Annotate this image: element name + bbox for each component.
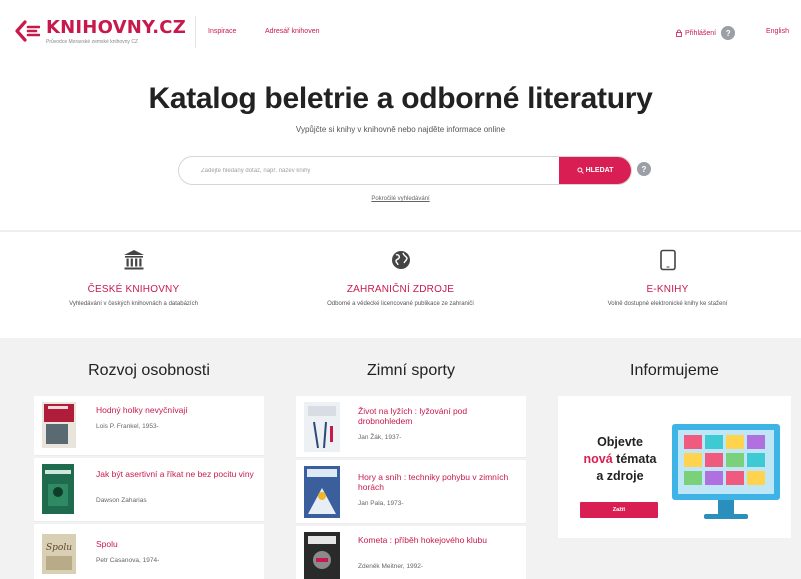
feature-e-knihy[interactable]: E-knihy Volně dostupné elektronické knih… [534, 248, 801, 307]
book-author: Jan Žák, 1937- [358, 434, 402, 441]
svg-text:Spolu: Spolu [46, 543, 72, 553]
book-title-link[interactable]: Jak být asertivní a říkat ne bez pocitu … [96, 469, 256, 479]
book-title-link[interactable]: Kometa : příběh hokejového klubu [358, 535, 516, 545]
site-header: KNIHOVNY.CZ Průvodce Moravské zemské kni… [0, 0, 801, 66]
book-title-link[interactable]: Hory a sníh : techniky pohybu v zimních … [358, 472, 518, 492]
computer-illustration-icon [672, 424, 780, 519]
page-title: Katalog beletrie a odborné literatury [148, 82, 653, 115]
nav-adresar-link[interactable]: Adresář knihoven [265, 28, 319, 35]
login-label: Přihlášení [685, 29, 717, 37]
logo-title: KNIHOVNY.CZ [46, 17, 186, 38]
book-cover-image [42, 402, 76, 448]
search-icon [577, 167, 584, 174]
book-title-link[interactable]: Život na lyžích : lyžování pod drobnohle… [358, 406, 516, 426]
feature-description: Volně dostupné elektronické knihy ke sta… [607, 301, 728, 307]
feature-title: České knihovny [87, 284, 180, 295]
book-card[interactable]: Kometa : příběh hokejového klubu Zdeněk … [296, 526, 526, 579]
book-cover-image [304, 402, 340, 452]
book-author: Zdeněk Meitner, 1992- [358, 563, 424, 570]
promo-line-1: Objevte [597, 435, 643, 449]
book-card[interactable]: Život na lyžích : lyžování pod drobnohle… [296, 396, 526, 458]
column-title-rozvoj: Rozvoj osobnosti [88, 362, 210, 379]
globe-icon [267, 248, 534, 272]
feature-title: E-knihy [646, 284, 689, 295]
book-author: Petr Casanova, 1974- [96, 557, 160, 564]
search-help-icon[interactable]: ? [637, 162, 651, 176]
book-card[interactable]: Hodný holky nevyčnívají Lois P. Frankel,… [34, 396, 264, 456]
promo-line-3: a zdroje [596, 469, 644, 483]
header-divider [195, 16, 196, 48]
feature-ceske-knihovny[interactable]: České knihovny Vyhledávání v českých kni… [0, 248, 267, 307]
nav-inspirace-link[interactable]: Inspirace [208, 28, 236, 35]
site-logo[interactable]: KNIHOVNY.CZ Průvodce Moravské zemské kni… [14, 18, 186, 45]
search-bar: HLEDAT [178, 156, 632, 185]
book-cover-image [304, 466, 340, 518]
logo-mark-icon [14, 18, 41, 44]
book-author: Dawson Zaharias [96, 497, 147, 504]
logo-subtitle: Průvodce Moravské zemské knihovny CZ [46, 39, 138, 45]
promo-accent-word: nová [583, 452, 613, 466]
feature-title: Zahraniční zdroje [346, 284, 455, 295]
tablet-icon [534, 248, 801, 272]
book-title-link[interactable]: Spolu [96, 539, 254, 549]
column-title-sporty: Zimní sporty [366, 362, 455, 379]
book-cover-image [42, 464, 74, 514]
book-card[interactable]: Spolu Spolu Petr Casanova, 1974- [34, 524, 264, 579]
promo-banner[interactable]: Objevte nová témata a zdroje Zažít [558, 396, 791, 538]
feature-description: Vyhledávání v českých knihovnách a datab… [69, 301, 198, 307]
help-icon[interactable]: ? [721, 26, 736, 40]
advanced-search-link[interactable]: Pokročilé vyhledávání [0, 196, 801, 202]
bank-icon [0, 248, 267, 272]
page-subtitle: Vypůjčte si knihy v knihovně nebo najdět… [295, 125, 506, 134]
book-card[interactable]: Hory a sníh : techniky pohybu v zimních … [296, 460, 526, 524]
search-button-label: HLEDAT [585, 167, 614, 174]
book-cover-image: Spolu [42, 534, 76, 574]
promo-line-2-rest: témata [612, 452, 657, 466]
book-author: Lois P. Frankel, 1953- [96, 423, 159, 430]
section-divider [0, 230, 801, 232]
promo-line-2: nová témata [570, 451, 670, 468]
book-author: Jan Pala, 1973- [358, 500, 404, 507]
promo-button[interactable]: Zažít [580, 502, 658, 518]
feature-description: Odborné a vědecké licencované publikace … [327, 301, 474, 307]
login-link[interactable]: Přihlášení ? [675, 26, 736, 40]
feature-zahranicni-zdroje[interactable]: Zahraniční zdroje Odborné a vědecké lice… [267, 248, 534, 307]
book-title-link[interactable]: Hodný holky nevyčnívají [96, 405, 254, 415]
column-title-informujeme: Informujeme [630, 362, 719, 379]
promo-headline: Objevte nová témata a zdroje [570, 434, 670, 485]
book-cover-image [304, 532, 340, 579]
language-switch-link[interactable]: English [766, 28, 789, 35]
lock-icon [675, 29, 683, 37]
book-card[interactable]: Jak být asertivní a říkat ne bez pocitu … [34, 458, 264, 522]
search-button[interactable]: HLEDAT [559, 157, 631, 184]
search-input[interactable] [179, 157, 559, 184]
